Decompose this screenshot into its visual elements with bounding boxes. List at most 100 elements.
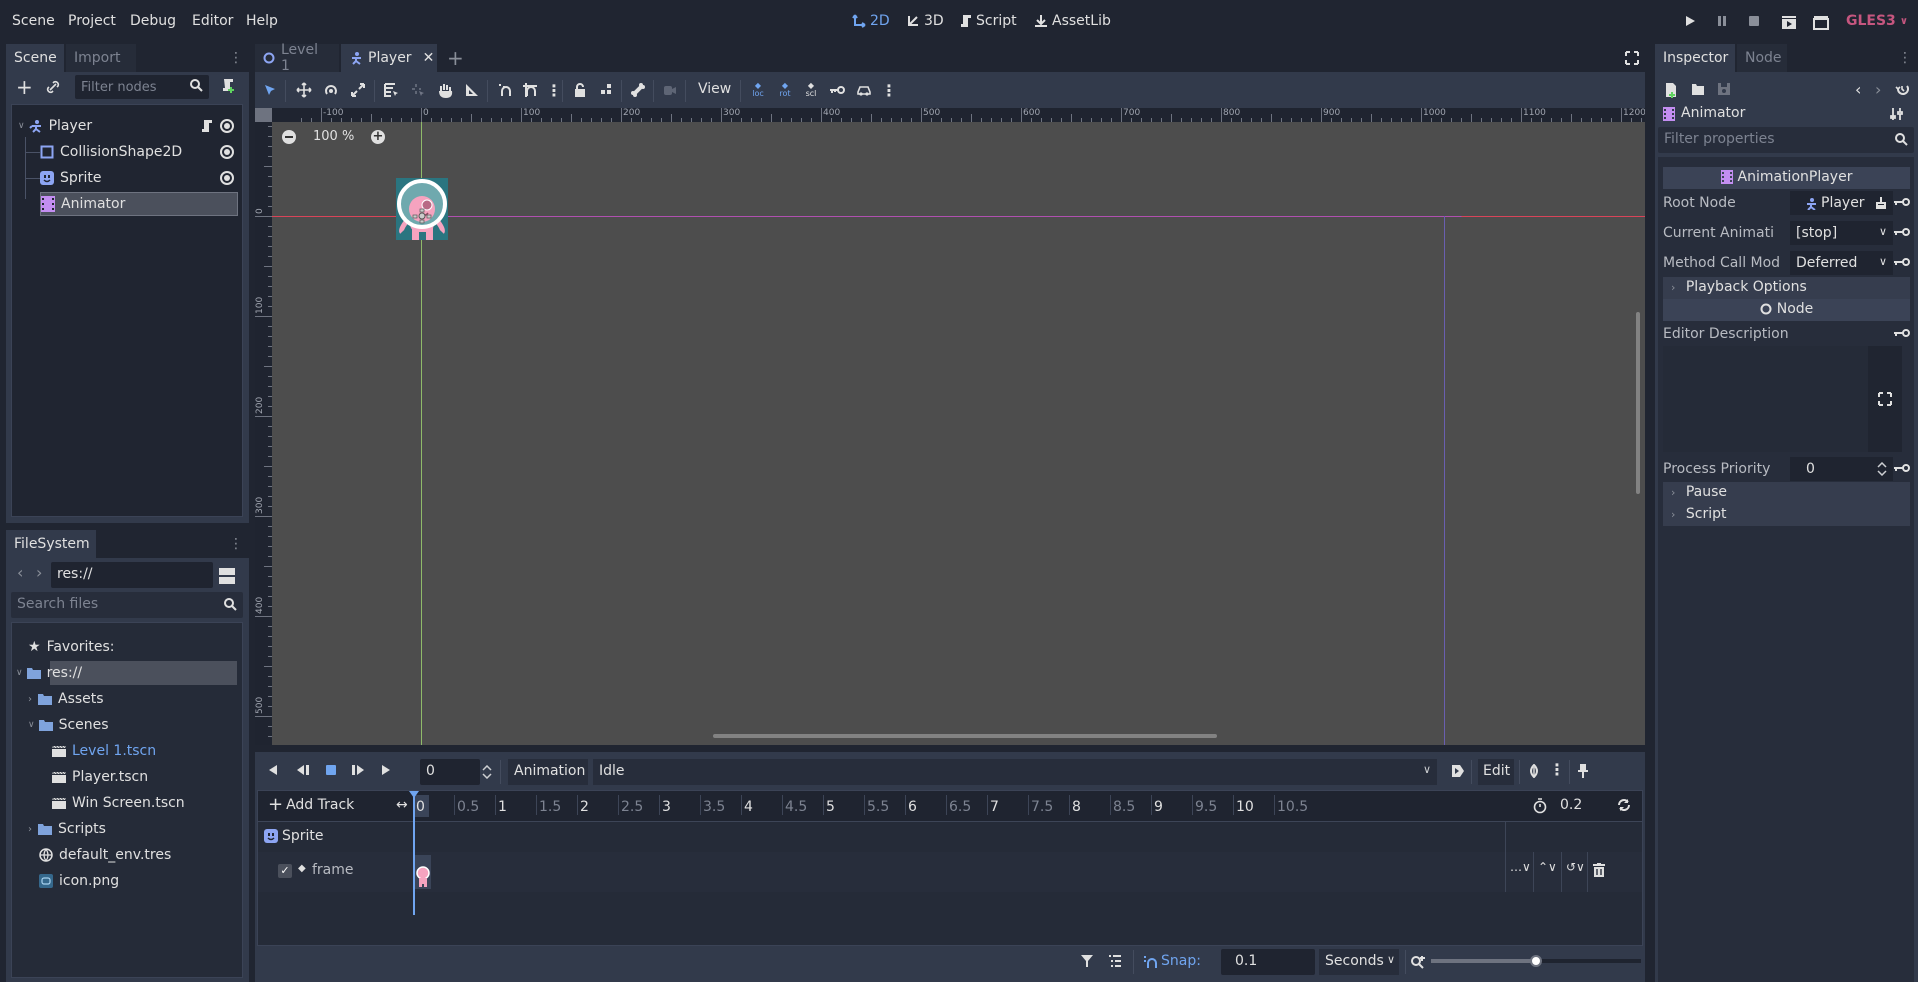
snap-toggle[interactable]: Snap: bbox=[1143, 953, 1201, 969]
instance-scene-icon[interactable] bbox=[46, 80, 60, 94]
script-icon[interactable] bbox=[201, 119, 212, 133]
clear-icon[interactable] bbox=[1875, 197, 1887, 209]
key-rot-button[interactable]: ◆ rot bbox=[776, 81, 794, 99]
update-mode-dropdown[interactable]: …∨ bbox=[1510, 860, 1531, 874]
key-scl-button[interactable]: ◆ scl bbox=[802, 81, 820, 99]
process-priority-field[interactable]: 0 bbox=[1790, 457, 1893, 481]
workspace-3d-button[interactable]: 3D bbox=[906, 13, 944, 29]
menu-help[interactable]: Help bbox=[246, 13, 278, 29]
dock-menu-icon[interactable]: ⋮ bbox=[229, 50, 243, 66]
autoplay-icon[interactable] bbox=[1451, 764, 1465, 778]
animation-time-field[interactable]: 0 bbox=[420, 759, 480, 785]
zoom-out-button[interactable] bbox=[282, 130, 296, 144]
object-tools-icon[interactable] bbox=[1890, 107, 1904, 121]
menu-project[interactable]: Project bbox=[68, 13, 116, 29]
pan-tool-icon[interactable] bbox=[436, 81, 454, 99]
grid-snap-icon[interactable] bbox=[521, 81, 539, 99]
key-icon[interactable] bbox=[1894, 463, 1910, 473]
editor-description-textarea[interactable] bbox=[1663, 346, 1868, 452]
section-pause[interactable]: › Pause bbox=[1663, 482, 1910, 504]
horizontal-scrollbar[interactable] bbox=[713, 734, 1217, 738]
history-forward-icon[interactable]: › bbox=[1875, 80, 1881, 99]
object-history-icon[interactable] bbox=[1895, 82, 1909, 96]
animation-select[interactable]: Idle ∨ bbox=[593, 759, 1437, 785]
expand-textarea-button[interactable] bbox=[1868, 346, 1902, 452]
onion-options-icon[interactable]: ⋮ bbox=[1549, 760, 1565, 779]
tab-import[interactable]: Import bbox=[66, 44, 136, 72]
menu-debug[interactable]: Debug bbox=[130, 13, 176, 29]
menu-scene[interactable]: Scene bbox=[12, 13, 55, 29]
dock-menu-icon[interactable]: ⋮ bbox=[1898, 50, 1912, 66]
keyframe[interactable] bbox=[415, 855, 431, 889]
save-icon[interactable] bbox=[1717, 82, 1731, 96]
snap-unit-select[interactable]: Seconds ∨ bbox=[1319, 949, 1399, 975]
play-backwards-button[interactable] bbox=[296, 764, 310, 776]
play-animation-button[interactable] bbox=[380, 764, 392, 776]
search-files-input[interactable]: Search files bbox=[11, 592, 243, 618]
track-enabled-checkbox[interactable]: ✓ bbox=[278, 864, 292, 878]
key-icon[interactable] bbox=[1894, 197, 1910, 207]
animation-length-field[interactable]: 0.2 bbox=[1554, 794, 1600, 818]
tab-inspector[interactable]: Inspector bbox=[1655, 44, 1735, 72]
back-arrow-icon[interactable]: ‹ bbox=[17, 563, 23, 582]
filter-properties-input[interactable]: Filter properties bbox=[1658, 127, 1914, 153]
tab-player[interactable]: Player ✕ bbox=[341, 44, 437, 72]
visibility-eye-icon[interactable] bbox=[220, 119, 234, 133]
visibility-eye-icon[interactable] bbox=[220, 145, 234, 159]
insert-key-icon[interactable] bbox=[828, 81, 846, 99]
root-node-value[interactable]: Player bbox=[1790, 191, 1893, 215]
play-scene-button[interactable] bbox=[1781, 14, 1797, 30]
interpolation-dropdown[interactable]: ⌃∨ bbox=[1538, 860, 1557, 874]
track-row[interactable]: ✓ ◆ frame …∨ ⌃∨ ↺∨ bbox=[258, 852, 1642, 892]
player-sprite[interactable] bbox=[396, 178, 448, 240]
new-resource-icon[interactable] bbox=[1665, 82, 1677, 98]
play-from-start-button[interactable] bbox=[351, 764, 365, 776]
spinner-icon[interactable] bbox=[1877, 462, 1887, 476]
stop-animation-button[interactable] bbox=[325, 764, 337, 776]
current-animation-select[interactable]: [stop] ∨ bbox=[1790, 221, 1893, 245]
group-icon[interactable] bbox=[598, 81, 616, 99]
tree-item-player[interactable]: ∨ Player bbox=[12, 114, 242, 138]
file-item-res[interactable]: ∨ res:// bbox=[12, 661, 242, 685]
file-item-assets[interactable]: › Assets bbox=[12, 687, 242, 711]
key-loc-button[interactable]: ◆ loc bbox=[749, 81, 767, 99]
play-backwards-from-end-button[interactable] bbox=[267, 764, 279, 776]
camera-icon[interactable] bbox=[661, 81, 679, 99]
playhead[interactable] bbox=[413, 791, 415, 915]
renderer-dropdown[interactable]: GLES3 ∨ bbox=[1846, 13, 1908, 29]
lock-icon[interactable] bbox=[571, 81, 589, 99]
pause-button[interactable] bbox=[1715, 14, 1731, 30]
workspace-assetlib-button[interactable]: AssetLib bbox=[1034, 13, 1111, 29]
menu-editor[interactable]: Editor bbox=[192, 13, 233, 29]
tree-item-collisionshape2d[interactable]: CollisionShape2D bbox=[12, 140, 242, 164]
group-tracks-icon[interactable] bbox=[1108, 954, 1122, 968]
rotate-tool-icon[interactable] bbox=[322, 81, 340, 99]
path-field[interactable]: res:// bbox=[51, 562, 213, 588]
tree-item-sprite[interactable]: Sprite bbox=[12, 166, 242, 190]
key-icon[interactable] bbox=[1894, 227, 1910, 237]
onion-skin-icon[interactable] bbox=[1527, 764, 1541, 778]
scale-tool-icon[interactable] bbox=[349, 81, 367, 99]
play-custom-scene-button[interactable] bbox=[1813, 14, 1829, 30]
key-icon[interactable] bbox=[1894, 328, 1910, 338]
zoom-level-label[interactable]: 100 % bbox=[313, 129, 354, 144]
timeline-ruler[interactable]: 0 0.5 1 1.5 2 2.5 3 3.5 4 4.5 5 5.5 6 6.5 7 7.5 8 8.5 9 9.5… bbox=[258, 791, 1642, 821]
canvas-viewport[interactable]: 100 % + bbox=[272, 122, 1645, 745]
filter-icon[interactable] bbox=[1080, 954, 1094, 968]
file-item-default-env[interactable]: default_env.tres bbox=[12, 843, 242, 867]
add-node-icon[interactable]: + bbox=[16, 77, 33, 97]
snap-value-field[interactable]: 0.1 bbox=[1221, 949, 1315, 975]
list-select-icon[interactable] bbox=[382, 81, 400, 99]
tab-filesystem[interactable]: FileSystem bbox=[6, 530, 96, 558]
history-back-icon[interactable]: ‹ bbox=[1855, 80, 1861, 99]
vertical-scrollbar[interactable] bbox=[1636, 312, 1640, 494]
forward-arrow-icon[interactable]: › bbox=[36, 563, 42, 582]
snap-options-icon[interactable]: ⋮ bbox=[545, 81, 563, 100]
section-script[interactable]: › Script bbox=[1663, 504, 1910, 526]
file-item-player[interactable]: Player.tscn bbox=[12, 765, 242, 789]
distraction-free-icon[interactable] bbox=[1625, 51, 1639, 65]
edit-menu-button[interactable]: Edit bbox=[1478, 759, 1514, 785]
open-folder-icon[interactable] bbox=[1691, 83, 1705, 96]
pin-icon[interactable] bbox=[1577, 764, 1589, 778]
new-tab-icon[interactable]: + bbox=[447, 46, 464, 70]
